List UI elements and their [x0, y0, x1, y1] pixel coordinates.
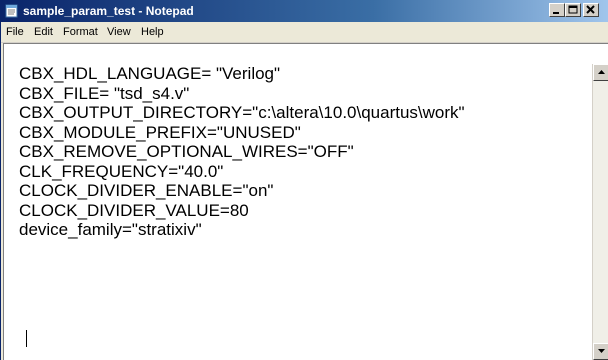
window-title: sample_param_test - Notepad: [23, 4, 194, 18]
text-editor[interactable]: CBX_HDL_LANGUAGE= "Verilog" CBX_FILE= "t…: [3, 43, 608, 360]
text-caret: [26, 330, 27, 347]
menu-format[interactable]: Format: [63, 25, 98, 39]
minimize-icon: [553, 12, 559, 14]
menu-edit[interactable]: Edit: [34, 25, 53, 39]
text-line: CBX_REMOVE_OPTIONAL_WIRES="OFF": [19, 142, 354, 161]
text-line: CBX_MODULE_PREFIX="UNUSED": [19, 122, 301, 142]
menu-view[interactable]: View: [107, 25, 131, 39]
text-line: CBX_FILE= "tsd_s4.v": [19, 83, 190, 103]
notepad-icon: [5, 4, 18, 18]
menu-file[interactable]: File: [6, 25, 24, 39]
vertical-scrollbar[interactable]: [592, 64, 608, 360]
close-button[interactable]: [583, 3, 599, 17]
text-line: device_family="stratixiv": [19, 220, 202, 239]
maximize-icon: [568, 5, 578, 14]
minimize-button[interactable]: [549, 3, 565, 17]
scroll-up-button[interactable]: [593, 64, 608, 81]
title-bar[interactable]: sample_param_test - Notepad: [1, 0, 608, 22]
notepad-window: sample_param_test - Notepad File Edit Fo…: [0, 0, 608, 360]
close-icon: [586, 5, 595, 14]
menu-bar: File Edit Format View Help: [1, 22, 608, 43]
arrow-down-icon: [598, 349, 605, 353]
maximize-button[interactable]: [565, 3, 581, 17]
text-line: CLK_FREQUENCY="40.0": [19, 161, 224, 181]
menu-help[interactable]: Help: [141, 25, 164, 39]
scroll-down-button[interactable]: [593, 343, 608, 360]
editor-content[interactable]: CBX_HDL_LANGUAGE= "Verilog" CBX_FILE= "t…: [19, 64, 591, 354]
text-line: CBX_OUTPUT_DIRECTORY="c:\altera\10.0\qua…: [19, 103, 465, 122]
text-line: CBX_HDL_LANGUAGE= "Verilog": [19, 64, 281, 83]
arrow-up-icon: [598, 70, 605, 74]
text-line: CLOCK_DIVIDER_VALUE=80: [19, 200, 249, 220]
text-line: CLOCK_DIVIDER_ENABLE="on": [19, 181, 274, 200]
